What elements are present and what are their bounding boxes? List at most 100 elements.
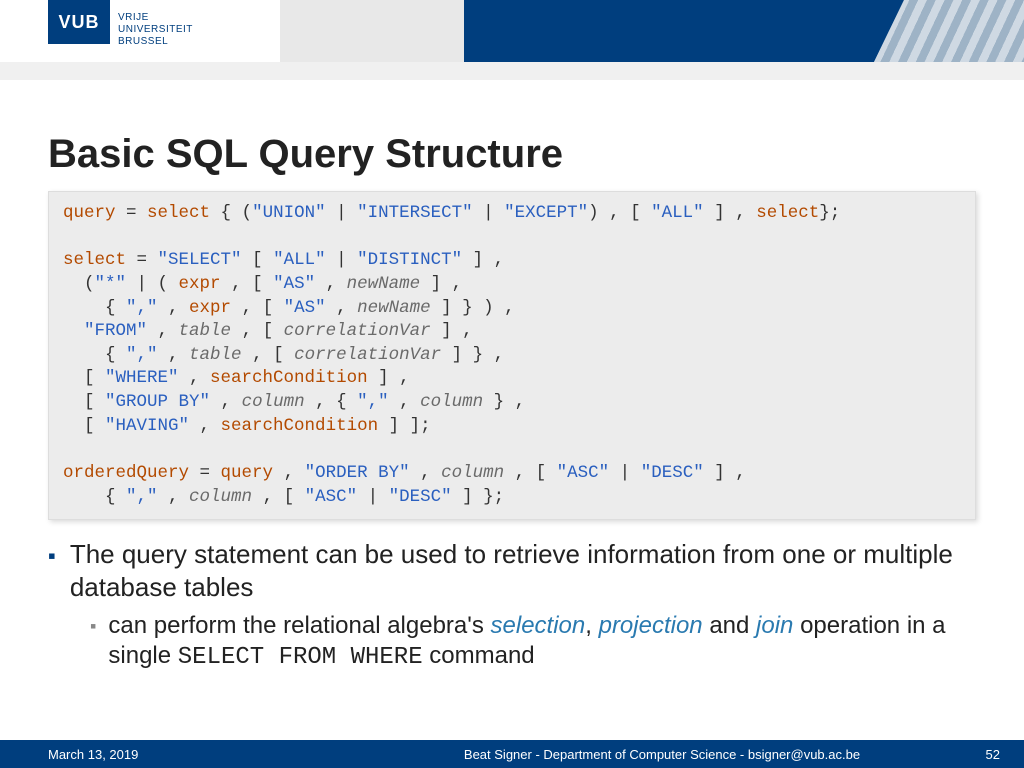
tok: , [ <box>504 463 557 483</box>
tok: "HAVING" <box>105 416 189 436</box>
tok: "INTERSECT" <box>357 203 473 223</box>
tok: { <box>63 487 126 507</box>
logo-line-1: VRIJE <box>118 12 193 24</box>
tok: "FROM" <box>84 321 147 341</box>
building-photo <box>874 0 1024 62</box>
tok: = <box>126 250 158 270</box>
tok: } , <box>483 392 525 412</box>
vub-logo: VUB VRIJE UNIVERSITEIT BRUSSEL <box>48 0 193 60</box>
tok: { <box>63 345 126 365</box>
slide-header: VUB VRIJE UNIVERSITEIT BRUSSEL <box>0 0 1024 80</box>
tok: [ <box>242 250 274 270</box>
tok: correlationVar <box>284 321 431 341</box>
tok: , <box>179 368 211 388</box>
tok: | <box>473 203 505 223</box>
bullet-level-1: ▪ The query statement can be used to ret… <box>48 538 976 605</box>
tok: "UNION" <box>252 203 326 223</box>
logo-text-lines: VRIJE UNIVERSITEIT BRUSSEL <box>118 0 193 60</box>
tok: "ALL" <box>651 203 704 223</box>
tok: [ <box>63 368 105 388</box>
bullet-2-text: can perform the relational algebra's sel… <box>108 611 976 674</box>
header-gray-ribbon <box>0 62 1024 80</box>
tok: , <box>273 463 305 483</box>
tok: , [ <box>231 298 284 318</box>
tok: = <box>189 463 221 483</box>
tok: ] , <box>704 203 757 223</box>
header-blue-strip <box>464 0 1024 62</box>
slide-title: Basic SQL Query Structure <box>48 132 976 177</box>
tok: "AS" <box>284 298 326 318</box>
bullet-square-icon: ▪ <box>48 542 56 605</box>
footer-author: Beat Signer - Department of Computer Sci… <box>360 747 964 762</box>
tok: [ <box>63 416 105 436</box>
tok: "DESC" <box>389 487 452 507</box>
tok: column <box>242 392 305 412</box>
logo-badge: VUB <box>48 0 110 44</box>
tok: [ <box>63 392 105 412</box>
tok: query <box>221 463 274 483</box>
tok: searchCondition <box>210 368 368 388</box>
tok: "WHERE" <box>105 368 179 388</box>
tok: , <box>158 345 190 365</box>
t: command <box>423 642 535 669</box>
tok: select <box>147 203 210 223</box>
tok: "ASC" <box>305 487 358 507</box>
tok: "EXCEPT" <box>504 203 588 223</box>
tok: ] ]; <box>378 416 431 436</box>
tok: select <box>756 203 819 223</box>
tok: | <box>609 463 641 483</box>
tok: , [ <box>252 487 305 507</box>
tok: column <box>189 487 252 507</box>
bullet-square-small-icon: ▪ <box>90 615 96 674</box>
em-projection: projection <box>599 612 703 639</box>
bullet-1-text: The query statement can be used to retri… <box>70 538 976 605</box>
tok: "," <box>126 298 158 318</box>
tok: newName <box>347 274 421 294</box>
tok: , { <box>305 392 358 412</box>
tok: ] , <box>368 368 410 388</box>
tok: ] , <box>462 250 504 270</box>
tok: expr <box>189 298 231 318</box>
em-selection: selection <box>491 612 586 639</box>
tok: }; <box>819 203 840 223</box>
tok: = <box>116 203 148 223</box>
tok: , <box>315 274 347 294</box>
tok: correlationVar <box>294 345 441 365</box>
tok: "*" <box>95 274 127 294</box>
tok: , <box>158 487 190 507</box>
tok: ( <box>63 274 95 294</box>
logo-line-3: BRUSSEL <box>118 36 193 48</box>
tok: select <box>63 250 126 270</box>
tok: ] } ) , <box>431 298 515 318</box>
em-join: join <box>756 612 793 639</box>
tok: , [ <box>242 345 295 365</box>
tok: ) , [ <box>588 203 651 223</box>
tok: ] , <box>704 463 746 483</box>
tok: "," <box>126 487 158 507</box>
tok: | <box>326 250 358 270</box>
footer-page-number: 52 <box>964 747 1024 762</box>
tok: ] , <box>431 321 473 341</box>
logo-line-2: UNIVERSITEIT <box>118 24 193 36</box>
tok: "ASC" <box>557 463 610 483</box>
tok: "DESC" <box>641 463 704 483</box>
tok <box>63 321 84 341</box>
tok: table <box>189 345 242 365</box>
tok: "," <box>126 345 158 365</box>
t: can perform the relational algebra's <box>108 612 490 639</box>
bullet-level-2: ▪ can perform the relational algebra's s… <box>90 611 976 674</box>
tok: "ALL" <box>273 250 326 270</box>
tok: orderedQuery <box>63 463 189 483</box>
t: and <box>703 612 756 639</box>
tok: { <box>63 298 126 318</box>
tok: , <box>189 416 221 436</box>
tok: "," <box>357 392 389 412</box>
tok: query <box>63 203 116 223</box>
tok: column <box>420 392 483 412</box>
tok: { ( <box>210 203 252 223</box>
tok: "ORDER BY" <box>305 463 410 483</box>
grammar-code-block: query = select { ("UNION" | "INTERSECT" … <box>48 191 976 520</box>
tok: , <box>389 392 421 412</box>
tok: | <box>357 487 389 507</box>
tok: , <box>326 298 358 318</box>
